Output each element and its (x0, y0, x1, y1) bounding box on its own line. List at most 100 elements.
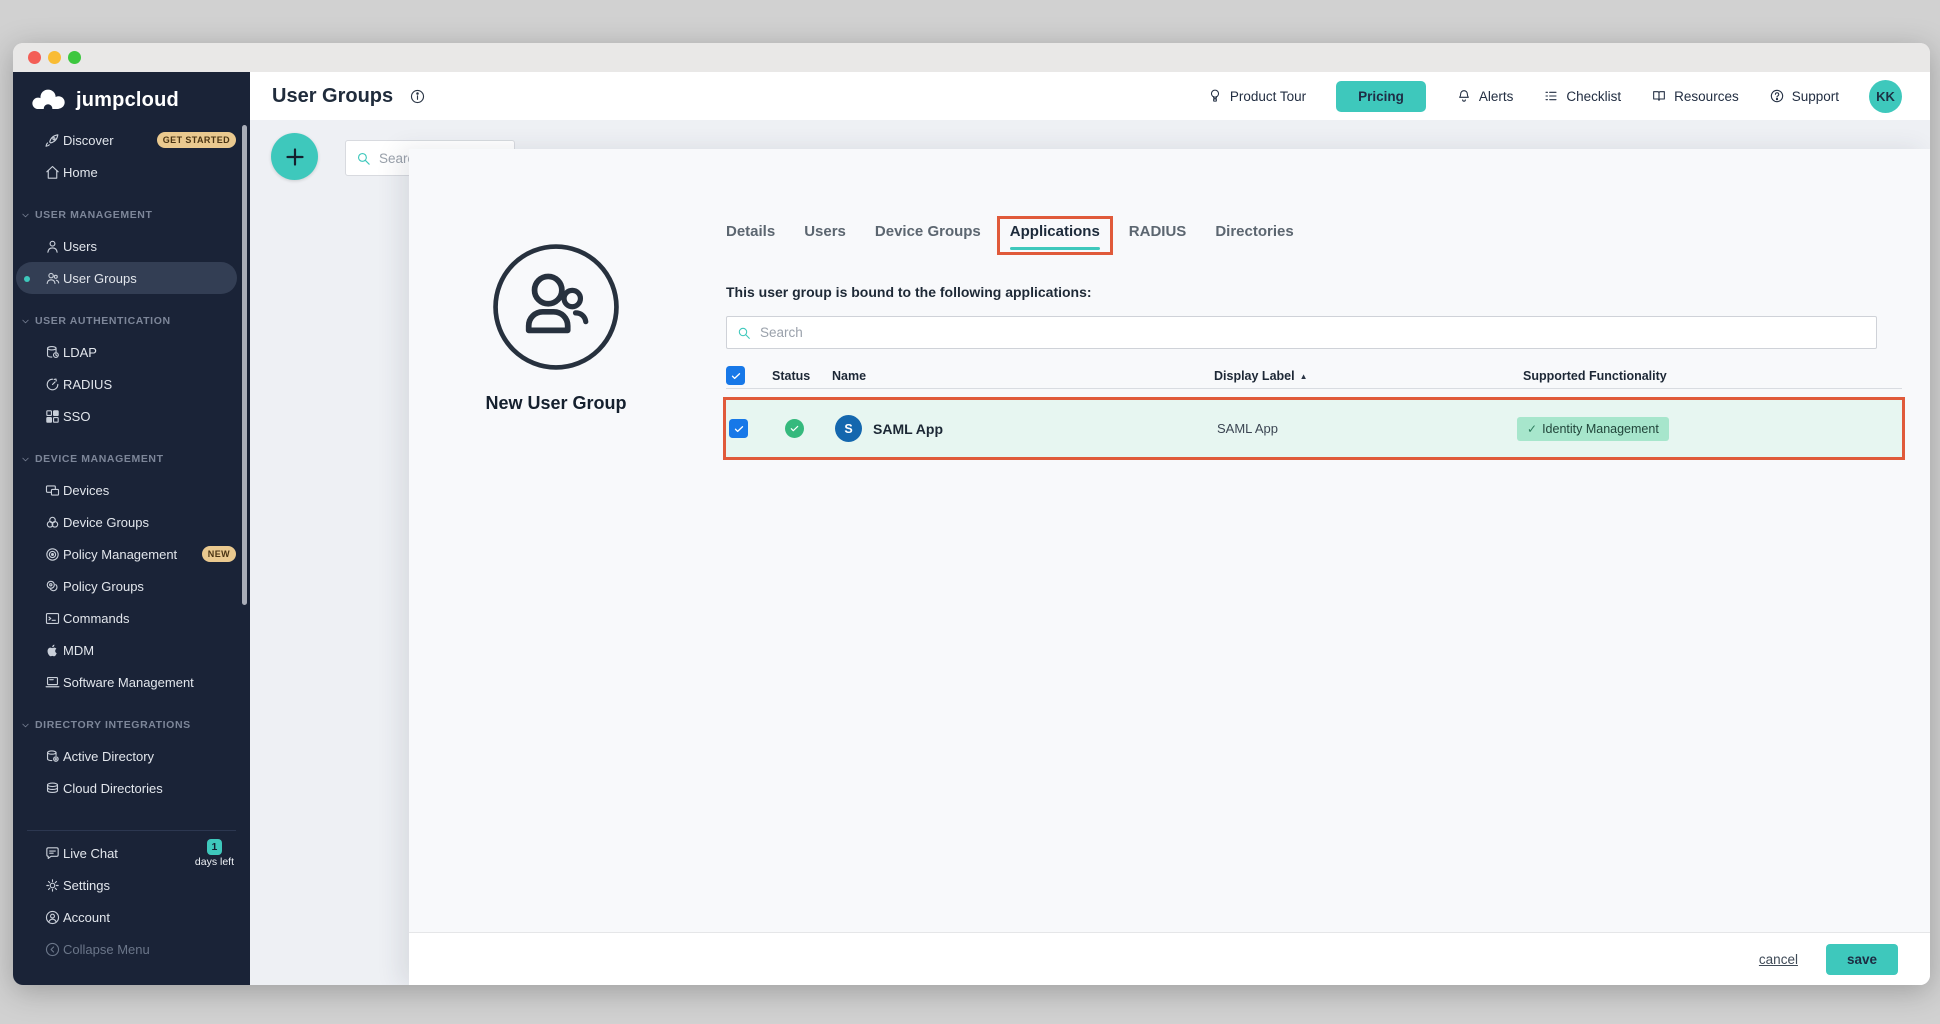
app-display-label: SAML App (1217, 421, 1517, 436)
sidebar-item-software-management[interactable]: Software Management (13, 666, 250, 698)
collapse-icon (44, 941, 61, 958)
gear-icon (44, 877, 61, 894)
checklist-icon (1543, 88, 1559, 104)
applications-search (726, 316, 1877, 349)
user-group-drawer: New User Group Details Users Device Grou… (409, 149, 1930, 985)
sidebar-item-cloud-directories[interactable]: Cloud Directories (13, 772, 250, 804)
window-titlebar (13, 43, 1930, 72)
radius-icon (44, 376, 61, 393)
sidebar-section-directory-integrations[interactable]: DIRECTORY INTEGRATIONS (13, 710, 250, 740)
laptop-icon (44, 674, 61, 691)
header-link-resources[interactable]: Resources (1651, 88, 1739, 104)
status-active-icon (785, 419, 804, 438)
tab-directories[interactable]: Directories (1215, 223, 1293, 250)
sidebar-scrollbar[interactable] (242, 125, 247, 605)
table-row-saml-app[interactable]: S SAML App SAML App ✓Identity Management (723, 397, 1905, 460)
group-name: New User Group (426, 393, 686, 414)
check-icon (730, 370, 742, 382)
user-group-large-icon (491, 242, 621, 372)
ldap-icon (44, 344, 61, 361)
header-link-product-tour[interactable]: Product Tour (1207, 88, 1306, 104)
jumpcloud-logo[interactable]: jumpcloud (13, 72, 250, 116)
drawer-tabs: Details Users Device Groups Applications… (726, 223, 1294, 250)
tab-details[interactable]: Details (726, 223, 775, 250)
close-icon[interactable] (1880, 171, 1908, 199)
sidebar-item-active-directory[interactable]: Active Directory (13, 740, 250, 772)
sidebar-section-user-authentication[interactable]: USER AUTHENTICATION (13, 306, 250, 336)
new-badge: NEW (202, 546, 236, 562)
apple-icon (44, 642, 61, 659)
column-status: Status (772, 369, 832, 383)
sidebar-item-commands[interactable]: Commands (13, 602, 250, 634)
minimize-window-button[interactable] (48, 51, 61, 64)
sidebar-item-user-groups[interactable]: User Groups (16, 262, 237, 294)
tab-applications[interactable]: Applications (1010, 223, 1100, 250)
zoom-window-button[interactable] (68, 51, 81, 64)
sidebar-item-settings[interactable]: Settings (13, 869, 250, 901)
select-all-checkbox[interactable] (726, 366, 745, 385)
bell-icon (1456, 88, 1472, 104)
header-link-checklist[interactable]: Checklist (1543, 88, 1621, 104)
balloon-icon (1207, 88, 1223, 104)
highlight-box (997, 216, 1113, 255)
user-icon (44, 238, 61, 255)
sidebar: jumpcloud Discover GET STARTED Home USER… (13, 72, 250, 985)
app-window: jumpcloud Discover GET STARTED Home USER… (13, 43, 1930, 985)
avatar[interactable]: KK (1869, 80, 1902, 113)
functionality-badge: ✓Identity Management (1517, 417, 1669, 441)
sidebar-item-sso[interactable]: SSO (13, 400, 250, 432)
save-button[interactable]: save (1826, 944, 1898, 975)
sidebar-item-policy-management[interactable]: Policy Management NEW (13, 538, 250, 570)
jumpcloud-cloud-icon (30, 87, 68, 114)
bound-apps-description: This user group is bound to the followin… (726, 284, 1092, 300)
cloud-directory-icon (44, 780, 61, 797)
header-link-alerts[interactable]: Alerts (1456, 88, 1514, 104)
sidebar-item-discover[interactable]: Discover GET STARTED (13, 124, 250, 156)
sidebar-item-live-chat[interactable]: Live Chat 1days left (13, 837, 250, 869)
app-header: User Groups Product Tour Pricing Alerts C… (250, 72, 1930, 120)
sidebar-section-user-management[interactable]: USER MANAGEMENT (13, 200, 250, 230)
policy-icon (44, 546, 61, 563)
device-group-icon (44, 514, 61, 531)
column-display-label[interactable]: Display Label▲ (1214, 369, 1514, 383)
sidebar-item-device-groups[interactable]: Device Groups (13, 506, 250, 538)
sidebar-item-account[interactable]: Account (13, 901, 250, 933)
info-icon[interactable] (409, 88, 426, 105)
row-checkbox[interactable] (729, 419, 748, 438)
group-preview: New User Group (426, 242, 686, 414)
applications-search-input[interactable] (727, 317, 1876, 348)
sidebar-item-mdm[interactable]: MDM (13, 634, 250, 666)
close-window-button[interactable] (28, 51, 41, 64)
plus-icon (283, 145, 307, 169)
cancel-button[interactable]: cancel (1759, 952, 1798, 967)
chevron-down-icon (20, 454, 31, 465)
sidebar-item-ldap[interactable]: LDAP (13, 336, 250, 368)
trial-days-badge: 1days left (195, 839, 234, 868)
devices-icon (44, 482, 61, 499)
page-title: User Groups (272, 85, 393, 108)
sidebar-item-home[interactable]: Home (13, 156, 250, 188)
sidebar-item-policy-groups[interactable]: Policy Groups (13, 570, 250, 602)
sidebar-item-users[interactable]: Users (13, 230, 250, 262)
chevron-down-icon (20, 210, 31, 221)
sidebar-item-collapse-menu[interactable]: Collapse Menu (13, 933, 250, 965)
sidebar-section-device-management[interactable]: DEVICE MANAGEMENT (13, 444, 250, 474)
active-directory-icon (44, 748, 61, 765)
chat-icon (44, 845, 61, 862)
check-icon (789, 423, 800, 434)
pricing-button[interactable]: Pricing (1336, 81, 1426, 112)
check-icon: ✓ (1527, 422, 1537, 436)
tab-device-groups[interactable]: Device Groups (875, 223, 981, 250)
tab-radius[interactable]: RADIUS (1129, 223, 1187, 250)
header-link-support[interactable]: Support (1769, 88, 1839, 104)
chevron-down-icon (20, 720, 31, 731)
tab-users[interactable]: Users (804, 223, 846, 250)
sidebar-item-devices[interactable]: Devices (13, 474, 250, 506)
sidebar-item-radius[interactable]: RADIUS (13, 368, 250, 400)
home-icon (44, 164, 61, 181)
policy-group-icon (44, 578, 61, 595)
app-avatar: S (835, 415, 862, 442)
get-started-badge: GET STARTED (157, 132, 236, 148)
app-name: SAML App (873, 421, 943, 437)
add-user-group-button[interactable] (271, 133, 318, 180)
